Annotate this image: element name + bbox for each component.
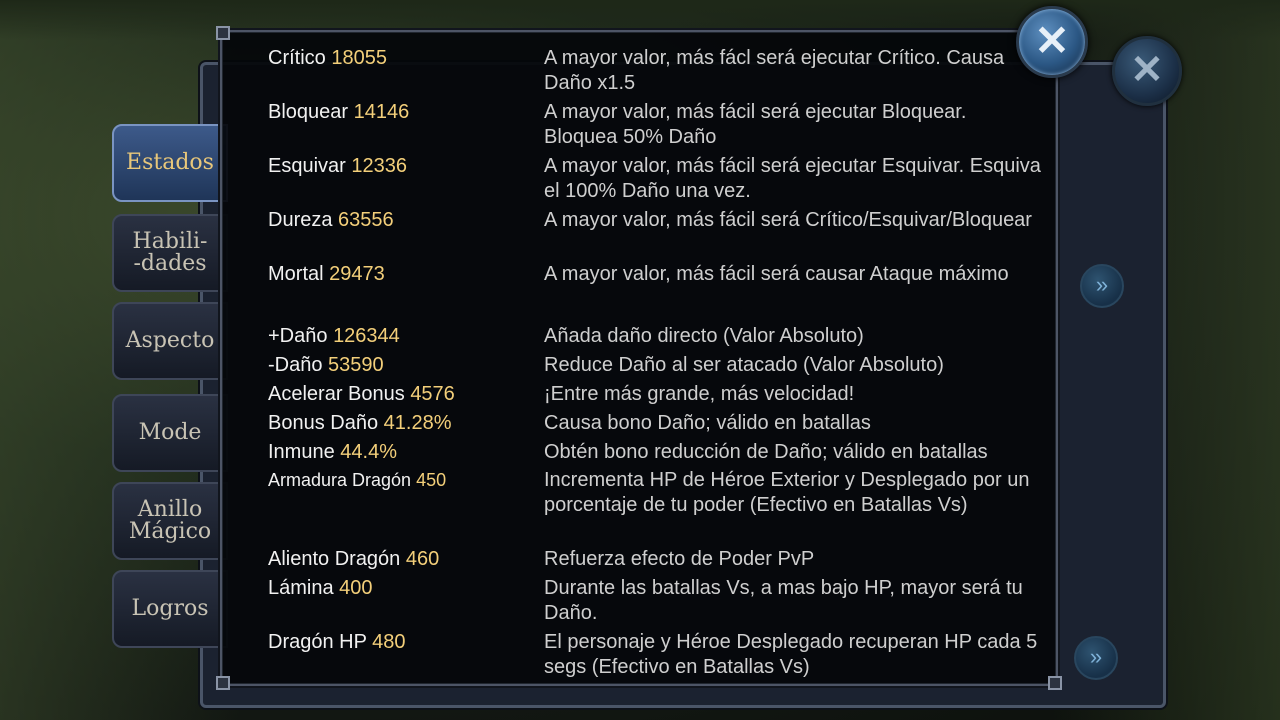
double-chevron-right-icon[interactable]: » [1074,636,1118,680]
stat-value: 12336 [351,155,407,177]
stat-description: Incrementa HP de Héroe Exterior y Desple… [544,469,1030,516]
side-tab[interactable]: Estados [112,124,228,202]
stat-label: Lámina 400 [268,576,373,601]
stat-name: Esquivar [268,155,346,177]
stat-value: 63556 [338,209,394,231]
side-tab[interactable]: Logros [112,570,228,648]
stat-label: Armadura Dragón 450 [268,468,446,493]
stat-name: Bonus Daño [268,412,379,434]
stat-value: 53590 [328,354,384,376]
close-icon[interactable]: ✕ [1112,36,1182,106]
stat-label: Aliento Dragón 460 [268,547,439,572]
stat-value: 41.28% [383,412,452,434]
panel-corner [216,26,230,40]
stat-label: Dragón HP 480 [268,630,406,655]
stat-name: Inmune [268,441,335,463]
stat-label: Mortal 29473 [268,262,385,287]
close-icon[interactable]: ✕ [1016,6,1088,78]
stat-label: Bloquear 14146 [268,100,409,125]
side-tab[interactable]: Habili- -dades [112,214,228,292]
double-chevron-right-icon[interactable]: » [1080,264,1124,308]
stat-label: Esquivar 12336 [268,154,407,179]
stat-name: Dragón HP [268,631,367,653]
stat-value: 29473 [329,263,385,285]
stat-name: Aliento Dragón [268,548,401,570]
stat-value: 18055 [331,47,387,69]
stat-label: Dureza 63556 [268,208,394,233]
stat-description: Reduce Daño al ser atacado (Valor Absolu… [544,354,944,376]
side-tab-label: Estados [126,150,214,175]
stat-value: 44.4% [340,441,397,463]
stat-value: 450 [416,470,447,490]
stat-value: 14146 [353,101,410,123]
stat-value: 460 [405,548,440,570]
stat-description: Obtén bono reducción de Daño; válido en … [544,441,988,463]
side-tab-label: Logros [131,596,209,621]
side-tab-label: Habili- -dades [132,229,208,276]
side-tab[interactable]: Anillo Mágico [112,482,228,560]
stat-name: Lámina [268,577,334,599]
stat-label: +Daño 126344 [268,324,400,349]
stat-name: Armadura Dragón [268,470,412,490]
stat-description: ¡Entre más grande, más velocidad! [544,383,855,405]
stat-name: Bloquear [268,101,349,123]
stat-description: Refuerza efecto de Poder PvP [544,548,815,570]
stat-description: A mayor valor, más fácil será causar Ata… [544,263,1009,285]
panel-corner [1048,676,1062,690]
stat-name: Crítico [268,47,326,69]
stat-description: Causa bono Daño; válido en batallas [544,412,871,434]
stat-name: Mortal [268,263,324,285]
panel-corner [216,676,230,690]
side-tab-label: Anillo Mágico [128,497,212,544]
stat-label: -Daño 53590 [268,353,384,378]
stat-label: Crítico 18055 [268,46,387,71]
side-tab-label: Aspecto [125,328,215,353]
stat-description: A mayor valor, más fácil será ejecutar E… [544,155,1041,202]
stat-description: A mayor valor, más fácl será ejecutar Cr… [544,47,1005,94]
stat-description: Añada daño directo (Valor Absoluto) [544,325,864,347]
side-tab-label: Mode [138,420,202,445]
stat-description: Durante las batallas Vs, a mas bajo HP, … [544,577,1023,624]
stat-description: A mayor valor, más fácil será Crítico/Es… [544,209,1032,231]
stat-value: 480 [372,631,406,653]
stats-info-panel: Crítico 18055 A mayor valor, más fácl ser… [216,26,1062,690]
stat-name: -Daño [268,354,323,376]
stat-value: 4576 [410,383,455,405]
stat-value: 126344 [333,325,400,347]
stat-description: El personaje y Héroe Desplegado recupera… [544,631,1038,678]
stat-name: Dureza [268,209,333,231]
stat-description: A mayor valor, más fácil será ejecutar B… [544,101,967,148]
stat-label: Bonus Daño 41.28% [268,411,451,436]
side-tab[interactable]: Mode [112,394,228,472]
stat-label: Inmune 44.4% [268,440,397,465]
stat-name: Acelerar Bonus [268,383,405,405]
stat-label: Acelerar Bonus 4576 [268,382,455,407]
stat-name: +Daño [268,325,328,347]
stat-value: 400 [339,577,373,599]
side-tab[interactable]: Aspecto [112,302,228,380]
